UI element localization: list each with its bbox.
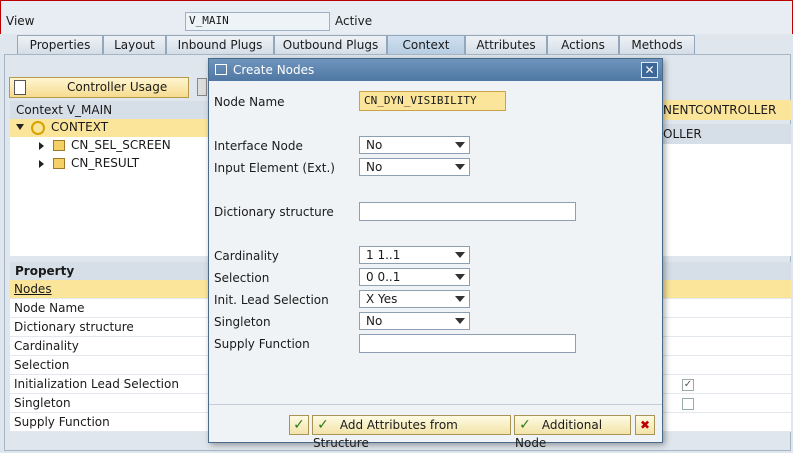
toolbar-icon[interactable] bbox=[197, 78, 207, 96]
tab-methods[interactable]: Methods bbox=[619, 35, 695, 54]
interface-node-dropdown[interactable]: No bbox=[359, 136, 470, 154]
cardinality-label: Cardinality bbox=[214, 249, 279, 263]
tab-properties[interactable]: Properties bbox=[17, 35, 103, 54]
tab-outbound-plugs[interactable]: Outbound Plugs bbox=[274, 35, 387, 54]
controller-panel bbox=[663, 144, 791, 256]
tab-context[interactable]: Context bbox=[387, 35, 465, 54]
singleton-dropdown[interactable]: No bbox=[359, 312, 470, 330]
tab-layout[interactable]: Layout bbox=[103, 35, 166, 54]
close-icon[interactable]: ✕ bbox=[641, 62, 658, 78]
singleton-label: Singleton bbox=[214, 315, 271, 329]
expand-down-icon[interactable] bbox=[16, 124, 24, 130]
controller-subheader: OLLER bbox=[663, 124, 791, 144]
expand-right-icon[interactable] bbox=[39, 160, 44, 168]
view-label: View bbox=[6, 14, 35, 28]
init-lead-selection-dropdown[interactable]: X Yes bbox=[359, 290, 470, 308]
dialog-title: Create Nodes bbox=[233, 63, 315, 77]
component-controller-header: NENTCONTROLLER bbox=[663, 100, 791, 120]
cardinality-dropdown[interactable]: 1 1..1 bbox=[359, 246, 470, 264]
supply-function-input[interactable] bbox=[359, 334, 576, 353]
tree-node-cn-result[interactable]: CN_RESULT bbox=[10, 155, 208, 173]
tab-actions[interactable]: Actions bbox=[547, 35, 619, 54]
cancel-icon: ✖ bbox=[639, 418, 651, 432]
tab-attributes[interactable]: Attributes bbox=[465, 35, 547, 54]
dictionary-structure-input[interactable] bbox=[359, 202, 576, 221]
dropdown-arrow-icon bbox=[455, 252, 465, 258]
ok-button[interactable]: ✓ bbox=[289, 415, 309, 435]
check-icon: ✓ bbox=[519, 417, 531, 433]
tree-node-context[interactable]: CONTEXT bbox=[10, 119, 208, 137]
create-nodes-dialog: Create Nodes ✕ Node Name CN_DYN_VISIBILI… bbox=[208, 58, 663, 450]
dialog-title-bar[interactable]: Create Nodes bbox=[209, 59, 662, 81]
document-icon bbox=[14, 80, 26, 95]
node-name-label: Node Name bbox=[214, 95, 285, 109]
additional-node-button[interactable]: ✓ Additional Node bbox=[514, 415, 631, 450]
node-name-input[interactable]: CN_DYN_VISIBILITY bbox=[359, 91, 506, 111]
dropdown-arrow-icon bbox=[455, 296, 465, 302]
init-lead-selection-checkbox[interactable]: ✓ bbox=[682, 379, 694, 391]
view-name-field[interactable]: V_MAIN bbox=[185, 12, 330, 31]
check-icon: ✓ bbox=[293, 417, 305, 433]
folder-icon bbox=[53, 158, 65, 169]
check-icon: ✓ bbox=[317, 417, 329, 433]
dialog-icon bbox=[215, 64, 227, 75]
view-status: Active bbox=[335, 14, 373, 28]
init-lead-selection-label: Init. Lead Selection bbox=[214, 293, 329, 307]
expand-right-icon[interactable] bbox=[39, 142, 44, 150]
singleton-checkbox[interactable] bbox=[682, 398, 694, 410]
dialog-footer-divider bbox=[209, 404, 662, 405]
tree-node-cn-sel-screen[interactable]: CN_SEL_SCREEN bbox=[10, 137, 208, 155]
interface-node-label: Interface Node bbox=[214, 139, 303, 153]
input-element-dropdown[interactable]: No bbox=[359, 158, 470, 176]
dropdown-arrow-icon bbox=[455, 318, 465, 324]
tab-inbound-plugs[interactable]: Inbound Plugs bbox=[166, 35, 274, 54]
context-root-icon bbox=[31, 121, 45, 135]
selection-label: Selection bbox=[214, 271, 270, 285]
selection-dropdown[interactable]: 0 0..1 bbox=[359, 268, 470, 286]
add-attributes-button[interactable]: ✓ Add Attributes from Structure bbox=[312, 415, 511, 450]
folder-icon bbox=[53, 140, 65, 151]
supply-function-label: Supply Function bbox=[214, 337, 310, 351]
controller-usage-button[interactable]: Controller Usage bbox=[9, 77, 189, 98]
dictionary-structure-label: Dictionary structure bbox=[214, 205, 334, 219]
input-element-label: Input Element (Ext.) bbox=[214, 161, 335, 175]
view-header: View V_MAIN Active bbox=[0, 0, 793, 34]
dropdown-arrow-icon bbox=[455, 164, 465, 170]
cancel-button[interactable]: ✖ bbox=[635, 415, 655, 435]
context-tree-header: Context V_MAIN bbox=[10, 101, 208, 119]
dropdown-arrow-icon bbox=[455, 142, 465, 148]
dropdown-arrow-icon bbox=[455, 274, 465, 280]
